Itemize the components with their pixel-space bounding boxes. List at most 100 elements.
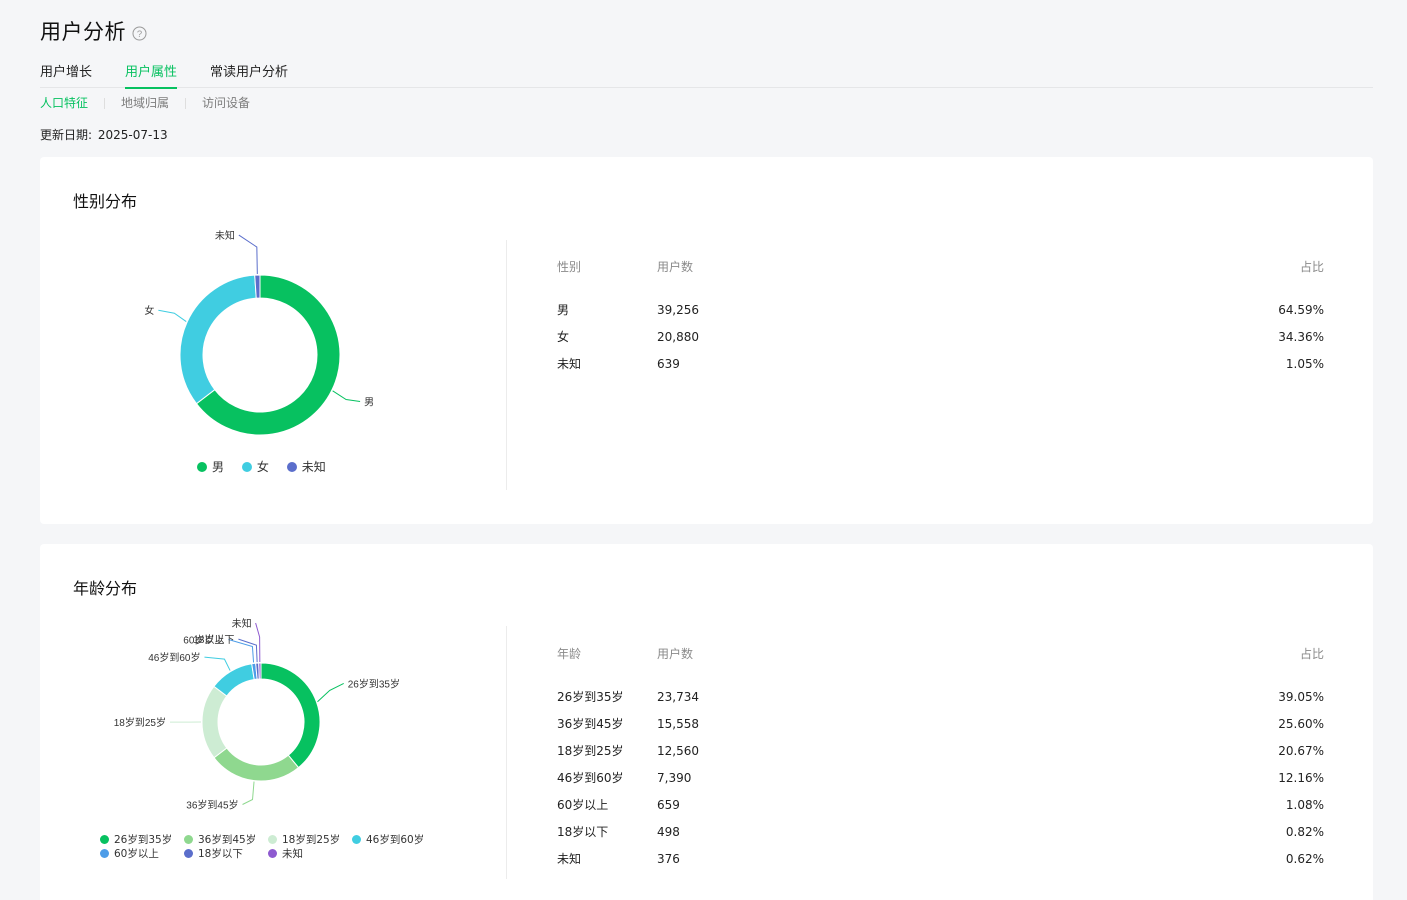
row-count: 639 xyxy=(657,356,680,371)
legend-item-unknown[interactable]: 未知 xyxy=(268,846,352,861)
row-label: 26岁到35岁 xyxy=(557,690,624,704)
header-users: 用户数 xyxy=(657,647,694,661)
row-label: 46岁到60岁 xyxy=(557,771,624,785)
legend-label: 男 xyxy=(212,460,225,474)
gender-legend: 男 女 未知 xyxy=(197,458,340,475)
age-legend: 26岁到35岁 36岁到45岁 18岁到25岁 46岁到60岁 60岁以上 18… xyxy=(100,832,440,860)
row-count: 15,558 xyxy=(657,716,699,731)
table-header: 性别 用户数 占比 xyxy=(557,258,1324,274)
table-row: 18岁到25岁 12,560 20.67% xyxy=(557,737,1324,764)
header-percent: 占比 xyxy=(1299,647,1324,661)
row-percent: 34.36% xyxy=(1278,329,1324,344)
legend-item-female[interactable]: 女 xyxy=(241,458,269,475)
legend-label: 未知 xyxy=(301,460,326,474)
row-count: 659 xyxy=(657,797,680,812)
row-label: 未知 xyxy=(557,357,582,371)
legend-item-46-60[interactable]: 46岁到60岁 xyxy=(352,832,436,847)
subtab-region[interactable]: 地域归属 xyxy=(121,95,169,111)
legend-dot xyxy=(286,461,297,472)
slice-label: 18岁到25岁 xyxy=(114,716,166,729)
label-leader-line xyxy=(158,309,187,322)
tab-frequent-readers[interactable]: 常读用户分析 xyxy=(210,64,288,88)
legend-dot xyxy=(100,848,109,858)
update-date-row: 更新日期: 2025-07-13 xyxy=(40,126,170,143)
row-percent: 20.67% xyxy=(1278,743,1324,758)
table-row: 未知 376 0.62% xyxy=(557,845,1324,872)
slice-label: 26岁到35岁 xyxy=(348,677,400,690)
age-donut-chart: 26岁到35岁36岁到45岁18岁到25岁46岁到60岁60岁以上18岁以下未知 xyxy=(114,617,400,812)
donut-slice[interactable] xyxy=(213,663,255,697)
legend-label: 18岁以下 xyxy=(198,847,243,860)
question-circle-icon[interactable]: ? xyxy=(132,26,147,41)
row-count: 39,256 xyxy=(657,302,699,317)
label-leader-line xyxy=(242,781,255,805)
header-users: 用户数 xyxy=(657,260,694,274)
donut-slice[interactable] xyxy=(213,747,300,782)
legend-label: 女 xyxy=(256,460,269,474)
update-date-value: 2025-07-13 xyxy=(97,128,168,142)
card-divider xyxy=(506,626,507,879)
label-leader-line xyxy=(238,638,258,663)
row-label: 男 xyxy=(557,303,570,317)
table-row: 男 39,256 64.59% xyxy=(557,296,1324,323)
legend-label: 46岁到60岁 xyxy=(366,833,425,846)
row-percent: 0.62% xyxy=(1285,851,1324,866)
row-percent: 1.08% xyxy=(1285,797,1324,812)
table-row: 36岁到45岁 15,558 25.60% xyxy=(557,710,1324,737)
tab-user-growth[interactable]: 用户增长 xyxy=(40,64,92,88)
donut-slice[interactable] xyxy=(254,274,261,299)
legend-dot xyxy=(184,848,193,858)
slice-label: 男 xyxy=(364,396,374,408)
header-percent: 占比 xyxy=(1299,260,1324,274)
donut-slice[interactable] xyxy=(201,685,228,759)
legend-dot xyxy=(268,848,277,858)
row-label: 未知 xyxy=(557,852,582,866)
donut-slice[interactable] xyxy=(260,662,321,769)
slice-label: 未知 xyxy=(232,617,252,630)
row-percent: 0.82% xyxy=(1285,824,1324,839)
update-date-label: 更新日期: xyxy=(40,128,93,142)
legend-item-60-plus[interactable]: 60岁以上 xyxy=(100,846,184,861)
row-percent: 39.05% xyxy=(1278,689,1324,704)
row-label: 60岁以上 xyxy=(557,798,609,812)
table-row: 46岁到60岁 7,390 12.16% xyxy=(557,764,1324,791)
row-label: 18岁以下 xyxy=(557,825,609,839)
legend-item-unknown[interactable]: 未知 xyxy=(286,458,326,475)
subtab-separator xyxy=(104,97,106,109)
table-row: 未知 639 1.05% xyxy=(557,350,1324,377)
slice-label: 46岁到60岁 xyxy=(148,651,200,664)
slice-label: 女 xyxy=(144,304,154,317)
label-leader-line xyxy=(332,390,361,402)
row-percent: 1.05% xyxy=(1285,356,1324,371)
label-leader-line xyxy=(204,656,231,671)
legend-item-under-18[interactable]: 18岁以下 xyxy=(184,846,268,861)
legend-item-18-25[interactable]: 18岁到25岁 xyxy=(268,832,352,847)
row-percent: 12.16% xyxy=(1278,770,1324,785)
row-count: 7,390 xyxy=(657,770,692,785)
header-age: 年龄 xyxy=(557,647,582,661)
tab-user-attributes[interactable]: 用户属性 xyxy=(125,64,178,89)
donut-slice[interactable] xyxy=(179,274,257,405)
donut-slice[interactable] xyxy=(258,662,262,680)
legend-item-36-45[interactable]: 36岁到45岁 xyxy=(184,832,268,847)
legend-item-male[interactable]: 男 xyxy=(197,458,224,475)
legend-label: 60岁以上 xyxy=(114,847,159,860)
legend-dot xyxy=(268,834,277,844)
label-leader-line xyxy=(317,682,344,703)
table-row: 18岁以下 498 0.82% xyxy=(557,818,1324,845)
subtab-demographics[interactable]: 人口特征 xyxy=(40,95,88,111)
row-label: 女 xyxy=(557,330,570,344)
legend-item-26-35[interactable]: 26岁到35岁 xyxy=(100,832,184,847)
legend-label: 未知 xyxy=(282,847,303,860)
legend-dot xyxy=(352,834,361,844)
slice-label: 36岁到45岁 xyxy=(186,799,238,812)
table-row: 女 20,880 34.36% xyxy=(557,323,1324,350)
row-count: 20,880 xyxy=(657,329,699,344)
subtab-devices[interactable]: 访问设备 xyxy=(202,95,250,111)
gender-card: 性别分布 男女未知 男 女 未知 性别 用户数 占比 男 39,256 64.5… xyxy=(40,157,1373,524)
row-count: 12,560 xyxy=(657,743,699,758)
card-divider xyxy=(506,240,507,490)
legend-dot xyxy=(197,461,207,472)
table-row: 26岁到35岁 23,734 39.05% xyxy=(557,683,1324,710)
legend-dot xyxy=(100,834,109,844)
